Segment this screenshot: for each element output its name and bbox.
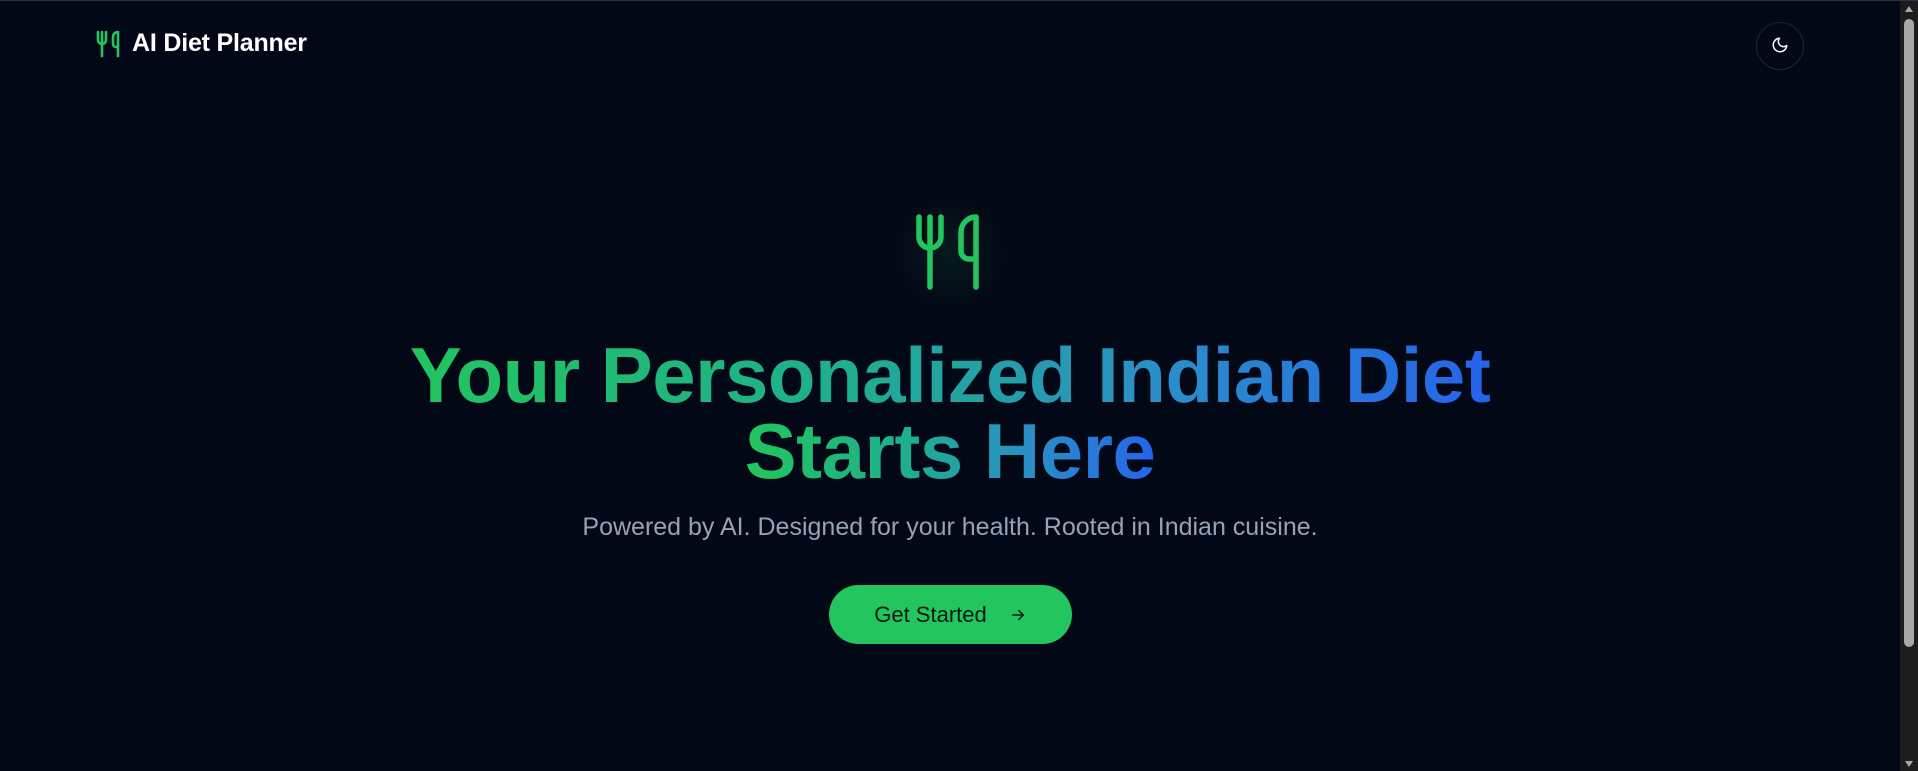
page: AI Diet Planner Your Personalized Indian… <box>0 1 1900 771</box>
vertical-scrollbar[interactable] <box>1900 1 1918 771</box>
scroll-up-arrow-icon[interactable] <box>1900 1 1918 17</box>
hero-section: Your Personalized Indian Diet Starts Her… <box>0 1 1900 771</box>
utensils-icon <box>914 213 986 291</box>
get-started-button[interactable]: Get Started <box>829 585 1072 644</box>
hero-title-line1: Your Personalized Indian Diet <box>409 331 1491 419</box>
scroll-down-arrow-icon[interactable] <box>1900 756 1918 771</box>
hero-subtitle: Powered by AI. Designed for your health.… <box>582 513 1318 541</box>
hero-title: Your Personalized Indian Diet Starts Her… <box>350 336 1550 490</box>
get-started-label: Get Started <box>874 601 987 627</box>
arrow-right-icon <box>1009 606 1027 624</box>
scrollbar-thumb[interactable] <box>1904 19 1914 647</box>
hero-title-line2: Starts Here <box>744 407 1156 495</box>
